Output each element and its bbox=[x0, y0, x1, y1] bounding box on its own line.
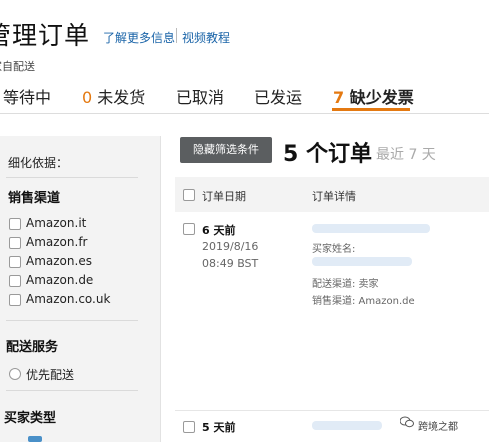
fulfillment-channel: 配送渠道: 卖家 bbox=[312, 279, 379, 290]
date-range-label: 最近 7 天 bbox=[376, 147, 436, 163]
tab-count: 7 bbox=[333, 88, 345, 107]
order-age: 6 天前 bbox=[202, 224, 236, 237]
active-tab-indicator bbox=[332, 108, 410, 111]
tab-unshipped[interactable]: 0 未发货 bbox=[82, 84, 145, 108]
order-id-link[interactable] bbox=[312, 421, 382, 430]
refine-label: 细化依据： bbox=[8, 156, 69, 170]
buyer-type-badge bbox=[28, 436, 42, 442]
link-separator bbox=[176, 28, 177, 43]
learn-more-link[interactable]: 了解更多信息 bbox=[103, 29, 175, 46]
channel-label[interactable]: Amazon.fr bbox=[26, 235, 87, 249]
tab-cancelled[interactable]: 已取消 bbox=[176, 84, 224, 108]
channel-checkbox[interactable] bbox=[9, 294, 21, 306]
column-header-date[interactable]: 订单日期 bbox=[202, 188, 246, 204]
order-checkbox[interactable] bbox=[183, 223, 195, 235]
sales-channel-heading: 销售渠道 bbox=[8, 191, 61, 206]
tab-label: 未发货 bbox=[97, 88, 146, 107]
shipping-radio[interactable] bbox=[9, 368, 21, 380]
channel-checkbox[interactable] bbox=[9, 275, 21, 287]
tab-count: 0 bbox=[82, 88, 93, 107]
channel-checkbox[interactable] bbox=[9, 256, 21, 268]
watermark-text: 跨境之都 bbox=[418, 422, 458, 433]
tab-label: 等待中 bbox=[3, 88, 52, 107]
tab-missing-invoice[interactable]: 7 缺少发票 bbox=[333, 84, 414, 108]
header-divider bbox=[0, 113, 489, 114]
page-title: 管理订单 bbox=[0, 21, 91, 50]
order-id-link[interactable] bbox=[312, 224, 430, 233]
video-tutorial-link[interactable]: 视频教程 bbox=[182, 29, 230, 46]
sidebar-divider bbox=[6, 320, 138, 321]
sales-channel: 销售渠道: Amazon.de bbox=[312, 296, 415, 307]
filter-sidebar bbox=[0, 136, 161, 442]
buyer-name-value[interactable] bbox=[312, 257, 412, 266]
column-header-details: 订单详情 bbox=[312, 190, 356, 203]
channel-checkbox[interactable] bbox=[9, 237, 21, 249]
sidebar-divider bbox=[6, 390, 138, 391]
channel-checkbox[interactable] bbox=[9, 218, 21, 230]
page-subtitle: 卖家自配送 bbox=[0, 60, 35, 73]
tab-pending[interactable]: 等待中 bbox=[3, 84, 51, 108]
order-age: 5 天前 bbox=[202, 421, 236, 434]
hide-filters-button[interactable]: 隐藏筛选条件 bbox=[180, 137, 272, 163]
shipping-option-label[interactable]: 优先配送 bbox=[26, 366, 74, 383]
tab-label: 已发运 bbox=[254, 88, 303, 107]
channel-label[interactable]: Amazon.it bbox=[26, 216, 86, 230]
tab-label: 缺少发票 bbox=[349, 88, 414, 107]
sidebar-divider bbox=[6, 177, 138, 178]
channel-label[interactable]: Amazon.es bbox=[26, 254, 92, 268]
tab-label: 已取消 bbox=[176, 88, 225, 107]
order-count: 5 个订单 bbox=[283, 142, 372, 167]
channel-label[interactable]: Amazon.de bbox=[26, 273, 93, 287]
order-date: 2019/8/16 bbox=[202, 240, 259, 253]
row-divider bbox=[175, 410, 489, 411]
order-checkbox[interactable] bbox=[183, 421, 195, 433]
order-time: 08:49 BST bbox=[202, 257, 259, 270]
shipping-service-heading: 配送服务 bbox=[6, 340, 59, 355]
buyer-name-label: 买家姓名: bbox=[312, 244, 356, 255]
buyer-type-heading: 买家类型 bbox=[4, 411, 57, 426]
tab-shipped[interactable]: 已发运 bbox=[254, 84, 302, 108]
select-all-checkbox[interactable] bbox=[183, 189, 195, 201]
channel-label[interactable]: Amazon.co.uk bbox=[26, 292, 110, 306]
wechat-icon bbox=[400, 416, 414, 428]
